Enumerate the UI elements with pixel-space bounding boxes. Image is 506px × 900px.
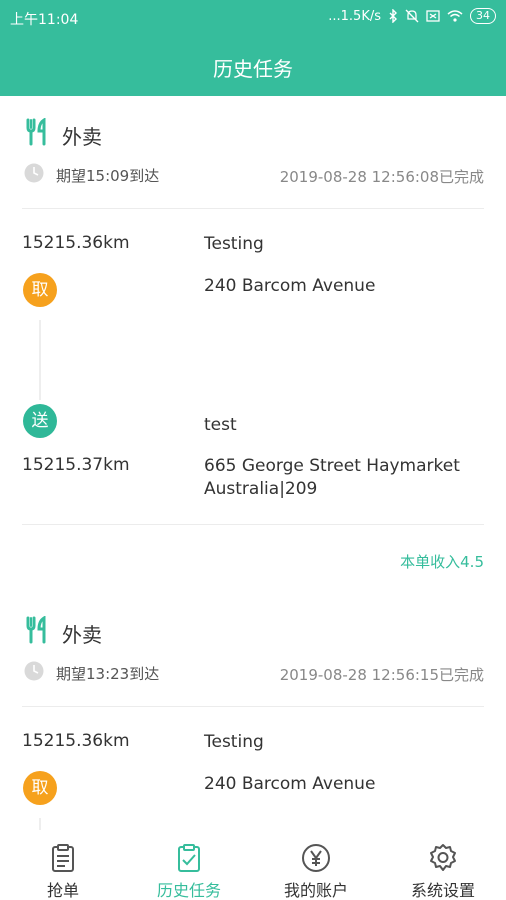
dropoff-address-line2: Australia|209	[204, 479, 318, 499]
network-speed: ...1.5K/s	[328, 8, 381, 24]
tab-label: 系统设置	[410, 881, 475, 900]
dropoff-name: test	[204, 415, 237, 435]
clock-icon	[24, 661, 44, 681]
page-title: 历史任务	[213, 57, 293, 81]
yen-coin-icon	[302, 844, 330, 872]
order-card[interactable]: 外卖 期望15:09到达 2019-08-28 12:56:08已完成 1521…	[0, 96, 506, 594]
clock-icon	[24, 163, 44, 183]
pickup-address: 240 Barcom Avenue	[204, 774, 376, 794]
completed-time: 2019-08-28 12:56:15已完成	[279, 666, 484, 684]
pickup-distance: 15215.36km	[22, 233, 130, 253]
divider	[22, 524, 484, 525]
completed-time: 2019-08-28 12:56:08已完成	[279, 168, 484, 186]
order-card[interactable]: 外卖 期望13:23到达 2019-08-28 12:56:15已完成 1521…	[0, 594, 506, 830]
status-bar: 上午11:04 ...1.5K/s 34	[0, 0, 506, 36]
order-list[interactable]: 外卖 期望15:09到达 2019-08-28 12:56:08已完成 1521…	[0, 96, 506, 830]
tab-label: 抢单	[46, 881, 79, 900]
fork-knife-icon	[26, 118, 46, 146]
expected-arrival: 期望15:09到达	[56, 167, 160, 185]
pickup-distance: 15215.36km	[22, 731, 130, 751]
pickup-address: 240 Barcom Avenue	[204, 276, 376, 296]
pickup-badge: 取	[23, 273, 57, 307]
tab-label: 历史任务	[156, 881, 221, 900]
gear-icon	[430, 844, 456, 871]
bottom-tab-bar: 抢单 历史任务 我的账户 系统设置	[0, 830, 506, 900]
status-time: 上午11:04	[10, 12, 79, 28]
dropoff-address-line1: 665 George Street Haymarket	[204, 456, 460, 476]
dropoff-distance: 15215.37km	[22, 455, 130, 475]
expected-arrival: 期望13:23到达	[56, 665, 160, 683]
mute-icon	[405, 9, 419, 23]
tab-label: 我的账户	[283, 881, 348, 900]
dropoff-badge: 送	[23, 404, 57, 438]
clipboard-icon	[52, 844, 74, 872]
order-type: 外卖	[62, 125, 102, 149]
clipboard-check-icon	[178, 844, 200, 872]
status-icons: ...1.5K/s 34	[328, 8, 496, 24]
divider	[22, 706, 484, 707]
pickup-name: Testing	[204, 234, 264, 254]
tab-my-account[interactable]: 我的账户	[253, 830, 379, 900]
divider	[22, 208, 484, 209]
tab-history[interactable]: 历史任务	[126, 830, 252, 900]
tab-settings[interactable]: 系统设置	[380, 830, 506, 900]
wifi-icon	[447, 10, 463, 22]
fork-knife-icon	[26, 616, 46, 644]
sim-icon	[426, 10, 440, 22]
pickup-name: Testing	[204, 732, 264, 752]
battery-indicator: 34	[470, 8, 496, 24]
tab-grab-order[interactable]: 抢单	[0, 830, 126, 900]
route-line	[39, 818, 41, 830]
order-income: 本单收入4.5	[400, 553, 484, 571]
title-bar: 历史任务	[0, 36, 506, 96]
order-type: 外卖	[62, 623, 102, 647]
bluetooth-icon	[389, 9, 397, 23]
route-line	[39, 320, 41, 400]
order-header: 外卖 期望15:09到达 2019-08-28 12:56:08已完成	[0, 96, 506, 209]
pickup-badge: 取	[23, 771, 57, 805]
order-header: 外卖 期望13:23到达 2019-08-28 12:56:15已完成	[0, 594, 506, 707]
